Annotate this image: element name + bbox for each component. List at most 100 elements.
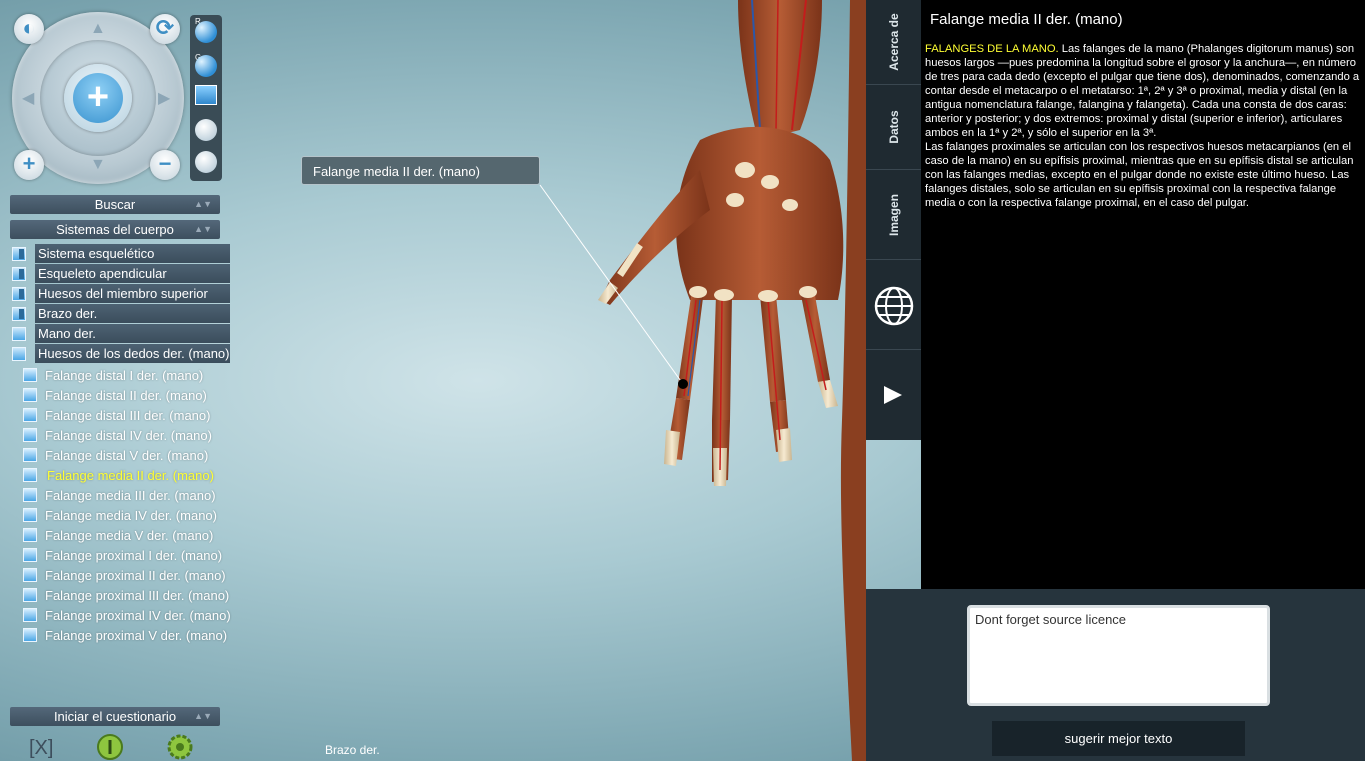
leaf-item[interactable]: Falange proximal III der. (mano) — [20, 586, 235, 605]
checkbox-icon[interactable] — [12, 327, 26, 341]
leaf-item[interactable]: Falange proximal I der. (mano) — [20, 546, 235, 565]
globe-icon — [874, 286, 914, 326]
checkbox-icon[interactable] — [23, 468, 37, 482]
leaf-item-label: Falange distal III der. (mano) — [45, 408, 211, 423]
center-plus-icon: + — [73, 73, 123, 123]
checkbox-icon[interactable] — [12, 287, 26, 301]
checkbox-icon[interactable] — [23, 548, 37, 562]
checkbox-icon[interactable] — [23, 368, 37, 382]
tree-item[interactable]: Huesos del miembro superior — [10, 284, 230, 303]
leaf-item[interactable]: Falange distal V der. (mano) — [20, 446, 235, 465]
info-body: FALANGES DE LA MANO. Las falanges de la … — [925, 42, 1361, 210]
search-button[interactable]: Buscar ▲▼ — [10, 195, 220, 214]
info-icon[interactable] — [96, 733, 124, 761]
color-square-icon[interactable] — [195, 85, 217, 105]
leaf-item[interactable]: Falange distal II der. (mano) — [20, 386, 235, 405]
center-button[interactable]: + — [64, 64, 132, 132]
checkbox-icon[interactable] — [23, 568, 37, 582]
checkbox-icon[interactable] — [23, 388, 37, 402]
search-label: Buscar — [94, 197, 136, 212]
slider-r-knob[interactable] — [195, 21, 217, 43]
tab-play[interactable] — [866, 350, 921, 440]
tree-item[interactable]: Brazo der. — [10, 304, 230, 323]
checkbox-icon[interactable] — [23, 408, 37, 422]
zoom-in-icon[interactable]: + — [14, 150, 44, 180]
leaf-item-label: Falange distal II der. (mano) — [45, 388, 207, 403]
pan-left-icon[interactable]: ◀ — [22, 88, 34, 108]
pan-down-icon[interactable]: ▼ — [90, 156, 106, 174]
right-tab-bar: Acerca de Datos Imagen — [866, 0, 921, 440]
leaf-item[interactable]: Falange media V der. (mano) — [20, 526, 235, 545]
tab-language[interactable] — [866, 260, 921, 350]
slider-g-knob[interactable] — [195, 55, 217, 77]
checkbox-icon[interactable] — [23, 448, 37, 462]
settings-gear-icon[interactable] — [166, 733, 194, 761]
checkbox-icon[interactable] — [12, 247, 26, 261]
leaf-item[interactable]: Falange distal III der. (mano) — [20, 406, 235, 425]
leaf-item-label: Falange media III der. (mano) — [45, 488, 216, 503]
chevron-icon: ▲▼ — [194, 711, 212, 721]
dial-down-icon[interactable] — [195, 151, 217, 173]
leaf-item-label: Falange media II der. (mano) — [47, 468, 214, 483]
leaf-item[interactable]: Falange media III der. (mano) — [20, 486, 235, 505]
suggest-text-button[interactable]: sugerir mejor texto — [992, 721, 1245, 756]
leaf-item[interactable]: Falange proximal II der. (mano) — [20, 566, 235, 585]
checkbox-icon[interactable] — [23, 428, 37, 442]
tree-item-label: Brazo der. — [35, 304, 230, 323]
tree-item-label: Huesos del miembro superior — [35, 284, 230, 303]
tree-item[interactable]: Sistema esquelético — [10, 244, 230, 263]
tree-item[interactable]: Huesos de los dedos der. (mano) — [10, 344, 230, 363]
leaf-item[interactable]: Falange distal I der. (mano) — [20, 366, 235, 385]
checkbox-icon[interactable] — [23, 608, 37, 622]
rotate-icon[interactable]: ⟳ — [150, 14, 180, 44]
leaf-item[interactable]: Falange proximal V der. (mano) — [20, 626, 235, 645]
tab-about[interactable]: Acerca de — [866, 0, 921, 85]
selection-pin — [678, 379, 688, 389]
dial-up-icon[interactable] — [195, 119, 217, 141]
checkbox-icon[interactable] — [23, 508, 37, 522]
feedback-panel: Dont forget source licence sugerir mejor… — [866, 589, 1365, 761]
leaf-item-label: Falange distal IV der. (mano) — [45, 428, 212, 443]
zoom-out-icon[interactable]: − — [150, 150, 180, 180]
leaf-item-label: Falange proximal IV der. (mano) — [45, 608, 231, 623]
checkbox-icon[interactable] — [23, 628, 37, 642]
info-highlight: FALANGES DE LA MANO. — [925, 43, 1059, 55]
navigation-pad[interactable]: ▲ ▼ ◀ ▶ + ◐ ⟳ + − — [10, 10, 186, 186]
view-sliders[interactable]: R G — [190, 15, 222, 181]
play-icon — [884, 386, 902, 404]
tree-item-label: Sistema esquelético — [35, 244, 230, 263]
tree-item[interactable]: Mano der. — [10, 324, 230, 343]
leaf-item-label: Falange proximal III der. (mano) — [45, 588, 230, 603]
checkbox-icon[interactable] — [12, 307, 26, 321]
pan-right-icon[interactable]: ▶ — [158, 88, 170, 108]
body-systems-button[interactable]: Sistemas del cuerpo ▲▼ — [10, 220, 220, 239]
start-quiz-label: Iniciar el cuestionario — [53, 709, 177, 724]
tab-about-label: Acerca de — [886, 13, 901, 71]
leaf-item-label: Falange proximal I der. (mano) — [45, 548, 223, 563]
leaf-item[interactable]: Falange media IV der. (mano) — [20, 506, 235, 525]
checkbox-icon[interactable] — [12, 267, 26, 281]
tree-item[interactable]: Esqueleto apendicular — [10, 264, 230, 283]
checkbox-icon[interactable] — [23, 488, 37, 502]
tab-image[interactable]: Imagen — [866, 170, 921, 260]
chevron-icon: ▲▼ — [194, 224, 212, 234]
checkbox-icon[interactable] — [12, 347, 26, 361]
note-textarea[interactable]: Dont forget source licence — [967, 605, 1270, 706]
tab-data-label: Datos — [886, 110, 901, 144]
reset-view-icon[interactable]: ◐ — [14, 14, 44, 44]
close-x-icon[interactable]: [X] — [25, 733, 53, 761]
pan-up-icon[interactable]: ▲ — [90, 20, 106, 38]
leaf-item[interactable]: Falange proximal IV der. (mano) — [20, 606, 235, 625]
leaf-item[interactable]: Falange media II der. (mano) — [20, 466, 235, 485]
status-text: Brazo der. — [325, 743, 380, 757]
checkbox-icon[interactable] — [23, 528, 37, 542]
leaf-item-label: Falange distal V der. (mano) — [45, 448, 209, 463]
info-panel: Falange media II der. (mano) FALANGES DE… — [921, 0, 1365, 589]
start-quiz-button[interactable]: Iniciar el cuestionario ▲▼ — [10, 707, 220, 726]
tree-item-label: Mano der. — [35, 324, 230, 343]
leaf-item-label: Falange distal I der. (mano) — [45, 368, 204, 383]
leaf-item[interactable]: Falange distal IV der. (mano) — [20, 426, 235, 445]
checkbox-icon[interactable] — [23, 588, 37, 602]
tab-data[interactable]: Datos — [866, 85, 921, 170]
chevron-icon: ▲▼ — [194, 199, 212, 209]
